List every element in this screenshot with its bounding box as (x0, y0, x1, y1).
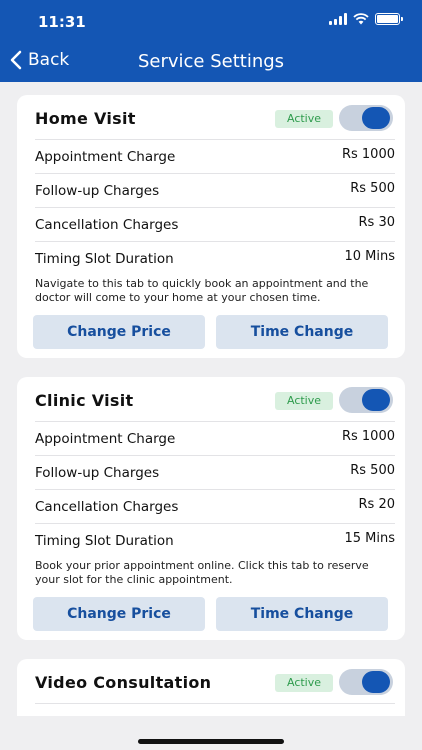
card-header: Video Consultation Active (17, 659, 405, 707)
row-value: 15 Mins (344, 531, 395, 546)
charge-row (35, 703, 395, 716)
status-badge: Active (275, 110, 333, 128)
status-badge: Active (275, 674, 333, 692)
row-label: Cancellation Charges (35, 499, 179, 515)
service-description: Navigate to this tab to quickly book an … (35, 277, 369, 304)
status-badge: Active (275, 392, 333, 410)
row-value: Rs 1000 (341, 429, 395, 444)
charge-row: Timing Slot Duration 15 Mins (35, 523, 395, 557)
charge-row: Follow-up Charges Rs 500 (35, 455, 395, 489)
card-header: Clinic Visit Active (17, 377, 405, 425)
status-time: 11:31 (38, 13, 86, 31)
card-title: Clinic Visit (35, 391, 134, 410)
status-icons (329, 13, 403, 25)
toggle-knob (362, 389, 390, 411)
row-value: Rs 1000 (341, 147, 395, 162)
toggle-knob (362, 671, 390, 693)
change-price-button[interactable]: Change Price (33, 597, 205, 631)
card-header: Home Visit Active (17, 95, 405, 143)
nav-bar: Back Service Settings (0, 44, 422, 80)
row-value: Rs 30 (358, 215, 395, 230)
card-title: Home Visit (35, 109, 136, 128)
row-label: Timing Slot Duration (35, 251, 174, 267)
toggle-knob (362, 107, 390, 129)
charge-row: Cancellation Charges Rs 30 (35, 207, 395, 241)
services-list[interactable]: Home Visit Active Appointment Charge Rs … (0, 82, 422, 716)
row-label: Timing Slot Duration (35, 533, 174, 549)
row-value: 10 Mins (344, 249, 395, 264)
row-label: Follow-up Charges (35, 183, 160, 199)
row-label: Follow-up Charges (35, 465, 160, 481)
header-bar: 11:31 Back Service Settings (0, 0, 422, 82)
change-price-button[interactable]: Change Price (33, 315, 205, 349)
charge-row: Cancellation Charges Rs 20 (35, 489, 395, 523)
service-toggle[interactable] (339, 105, 393, 131)
time-change-button[interactable]: Time Change (216, 597, 388, 631)
service-card-home-visit: Home Visit Active Appointment Charge Rs … (17, 95, 405, 358)
row-value: Rs 20 (358, 497, 395, 512)
battery-icon (375, 13, 403, 25)
time-change-button[interactable]: Time Change (216, 315, 388, 349)
service-toggle[interactable] (339, 669, 393, 695)
service-card-clinic-visit: Clinic Visit Active Appointment Charge R… (17, 377, 405, 640)
charge-row: Timing Slot Duration 10 Mins (35, 241, 395, 275)
page-title: Service Settings (137, 51, 285, 72)
row-value: Rs 500 (350, 463, 395, 478)
row-value: Rs 500 (350, 181, 395, 196)
charge-row: Appointment Charge Rs 1000 (35, 421, 395, 455)
service-toggle[interactable] (339, 387, 393, 413)
signal-icon (329, 13, 347, 25)
row-label: Cancellation Charges (35, 217, 179, 233)
card-title: Video Consultation (35, 673, 212, 692)
service-card-video-consultation: Video Consultation Active (17, 659, 405, 716)
service-description: Book your prior appointment online. Clic… (35, 559, 369, 586)
charge-row: Appointment Charge Rs 1000 (35, 139, 395, 173)
row-label: Appointment Charge (35, 149, 176, 165)
wifi-icon (353, 13, 369, 25)
charge-row: Follow-up Charges Rs 500 (35, 173, 395, 207)
home-indicator[interactable] (138, 739, 284, 744)
status-bar: 11:31 (0, 0, 422, 40)
row-label: Appointment Charge (35, 431, 176, 447)
